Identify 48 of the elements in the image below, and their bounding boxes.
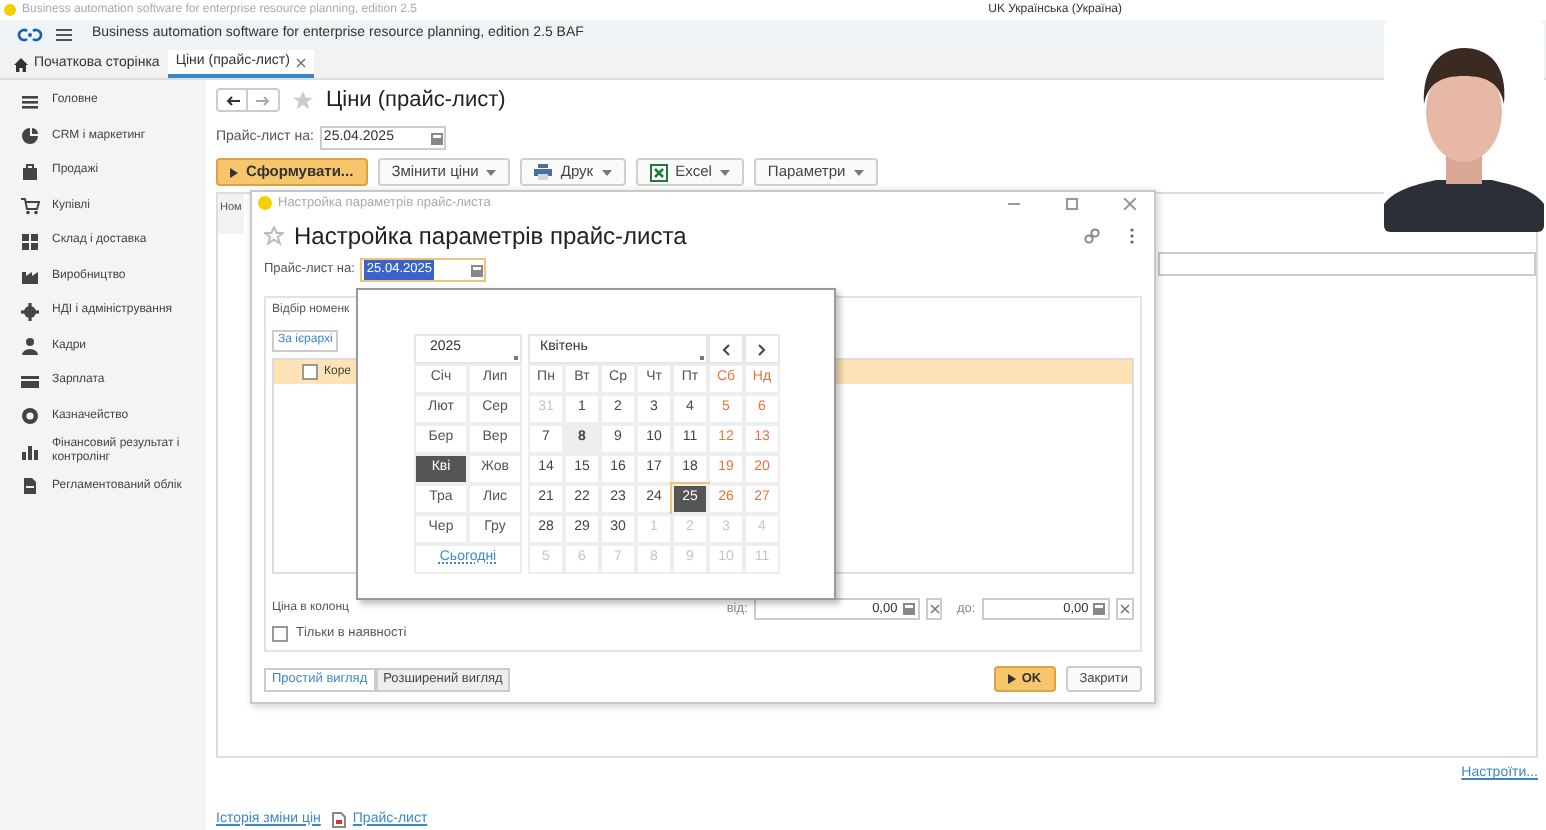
- coin-icon: [20, 406, 40, 427]
- caret-icon: [486, 169, 497, 175]
- document-icon: [20, 476, 40, 497]
- close-icon[interactable]: [1120, 604, 1131, 614]
- close-icon[interactable]: [1124, 197, 1136, 209]
- close-icon[interactable]: [295, 57, 306, 67]
- home-icon: [14, 57, 28, 71]
- logo-icon[interactable]: [16, 28, 44, 42]
- menu-icon[interactable]: [56, 28, 72, 42]
- caret-icon: [719, 169, 730, 175]
- grid-icon: [20, 231, 40, 252]
- calculator-icon[interactable]: [429, 131, 444, 145]
- play-icon: [230, 167, 238, 177]
- bag-icon: [20, 161, 40, 182]
- previous-month-button[interactable]: [708, 334, 744, 364]
- chevron-left-icon: [722, 343, 730, 355]
- spreadsheet-icon: [649, 163, 668, 181]
- link-icon[interactable]: [1084, 228, 1100, 244]
- menu-icon: [20, 91, 40, 112]
- calculator-icon[interactable]: [901, 602, 916, 616]
- play-icon: [1007, 674, 1016, 684]
- clear-button[interactable]: [925, 598, 943, 620]
- close-icon[interactable]: [929, 604, 940, 614]
- factory-icon: [20, 266, 40, 287]
- maximize-icon[interactable]: [1066, 197, 1078, 209]
- gear-icon: [20, 301, 40, 322]
- calculator-icon[interactable]: [470, 263, 485, 277]
- checkbox[interactable]: [302, 364, 318, 380]
- bar-chart-icon: [20, 441, 40, 462]
- clear-button[interactable]: [1116, 598, 1134, 620]
- calculator-icon[interactable]: [1092, 602, 1107, 616]
- caret-icon: [853, 169, 864, 175]
- cart-icon: [20, 196, 40, 217]
- arrow-right-icon: [256, 95, 270, 105]
- chevron-right-icon: [758, 343, 766, 355]
- star-icon[interactable]: [292, 89, 314, 111]
- input-field[interactable]: [1158, 252, 1536, 276]
- pie-chart-icon: [20, 126, 40, 147]
- person-icon: [20, 336, 40, 357]
- checkbox[interactable]: [272, 625, 288, 642]
- printer-icon: [534, 164, 553, 180]
- dialog-title: Настройка параметрів прайс-листа: [294, 220, 687, 254]
- minimize-icon[interactable]: [1008, 197, 1020, 209]
- form-title: Ціни (прайс-лист): [326, 85, 506, 116]
- arrow-left-icon: [225, 95, 239, 105]
- next-month-button[interactable]: [744, 334, 780, 364]
- star-icon[interactable]: [264, 226, 284, 246]
- caret-icon: [601, 169, 612, 175]
